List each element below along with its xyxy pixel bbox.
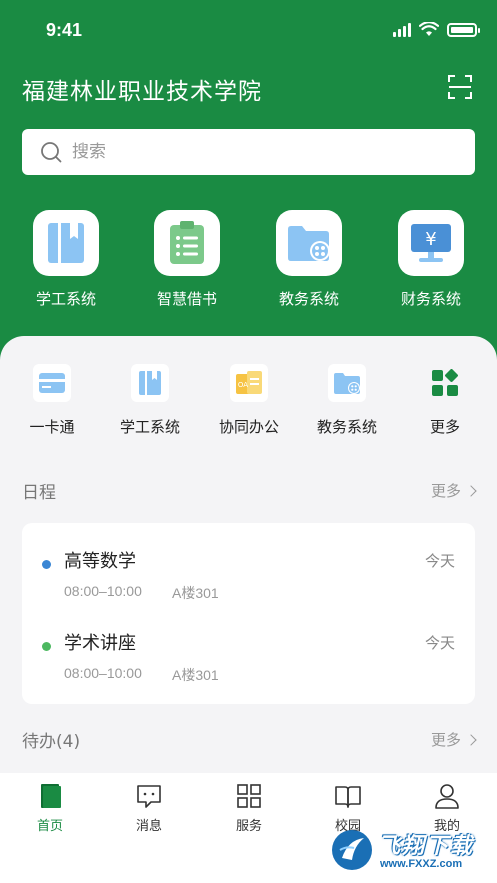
schedule-card: 高等数学 今天 08:00–10:00 A楼301 学术讲座 今天 08:00–… xyxy=(22,523,475,704)
search-input[interactable] xyxy=(72,142,432,162)
open-book-icon xyxy=(335,786,361,808)
top-app-jiaowu[interactable]: 教务系统 xyxy=(259,210,359,309)
chevron-right-icon xyxy=(465,484,477,497)
status-bar: 9:41 xyxy=(0,0,497,60)
quick-app-oa[interactable]: OA 协同办公 xyxy=(204,364,294,437)
search-bar[interactable] xyxy=(22,129,475,175)
todo-title: 待办(4) xyxy=(22,732,81,752)
grid-icon xyxy=(237,784,261,808)
folder-grid-icon xyxy=(288,226,330,261)
tab-services[interactable]: 服务 xyxy=(209,783,289,834)
event-room: A楼301 xyxy=(172,585,219,601)
todo-more-label: 更多 xyxy=(430,731,461,749)
quick-app-label: 学工系统 xyxy=(119,418,180,436)
quick-app-row: 一卡通 学工系统 OA 协同办公 教务系统 更多 xyxy=(0,364,497,444)
top-app-library[interactable]: 智慧借书 xyxy=(137,210,237,309)
event-day: 今天 xyxy=(424,552,455,570)
tab-label: 消息 xyxy=(135,819,162,834)
top-app-xuegong[interactable]: 学工系统 xyxy=(16,210,116,309)
schedule-event[interactable]: 学术讲座 今天 08:00–10:00 A楼301 xyxy=(22,629,475,699)
schedule-header: 日程 更多 xyxy=(22,478,477,503)
event-time: 08:00–10:00 xyxy=(64,665,142,681)
search-icon xyxy=(41,142,62,163)
clipboard-list-icon xyxy=(170,221,204,264)
quick-app-label: 一卡通 xyxy=(29,418,75,436)
scan-icon[interactable] xyxy=(447,74,473,100)
book-icon xyxy=(48,223,84,263)
top-app-label: 财务系统 xyxy=(400,290,461,308)
tab-label: 首页 xyxy=(36,819,63,834)
event-dot-icon xyxy=(42,560,51,569)
svg-text:¥: ¥ xyxy=(425,229,436,250)
watermark-logo-icon xyxy=(332,830,372,870)
quick-app-tile xyxy=(131,364,169,402)
battery-icon xyxy=(447,22,480,37)
tab-home[interactable]: 首页 xyxy=(10,783,90,834)
top-app-tile xyxy=(33,210,99,276)
watermark-url: www.FXXZ.com xyxy=(380,858,463,870)
event-dot-icon xyxy=(42,642,51,651)
folder-grid-icon xyxy=(334,373,360,394)
status-icons xyxy=(393,22,480,37)
quick-app-xuegong[interactable]: 学工系统 xyxy=(105,364,195,437)
quick-app-tile xyxy=(426,364,464,402)
event-room: A楼301 xyxy=(172,667,219,683)
app-title: 福建林业职业技术学院 xyxy=(22,79,262,105)
apps-grid-icon xyxy=(432,369,458,396)
schedule-title: 日程 xyxy=(22,483,56,503)
schedule-more-label: 更多 xyxy=(430,482,461,500)
top-app-tile: ¥ xyxy=(398,210,464,276)
top-app-label: 教务系统 xyxy=(278,290,339,308)
quick-app-tile xyxy=(328,364,366,402)
top-app-tile xyxy=(154,210,220,276)
top-app-caiwu[interactable]: ¥ 财务系统 xyxy=(381,210,481,309)
todo-more-link[interactable]: 更多 xyxy=(430,729,477,750)
tab-label: 服务 xyxy=(235,819,262,834)
event-title: 学术讲座 xyxy=(64,633,136,654)
schedule-more-link[interactable]: 更多 xyxy=(430,480,477,501)
person-icon xyxy=(435,784,459,809)
quick-app-label: 协同办公 xyxy=(218,418,279,436)
yuan-monitor-icon: ¥ xyxy=(411,224,451,262)
oa-doc-icon: OA xyxy=(236,371,262,394)
quick-app-jiaowu[interactable]: 教务系统 xyxy=(302,364,392,437)
book-icon xyxy=(139,371,161,395)
event-time: 08:00–10:00 xyxy=(64,583,142,599)
quick-app-label: 更多 xyxy=(429,418,460,436)
quick-app-tile xyxy=(33,364,71,402)
wifi-icon xyxy=(419,22,439,36)
chevron-right-icon xyxy=(465,733,477,746)
message-icon xyxy=(137,785,161,808)
tab-messages[interactable]: 消息 xyxy=(109,783,189,834)
todo-header: 待办(4) 更多 xyxy=(22,727,477,752)
status-time: 9:41 xyxy=(46,20,83,40)
quick-app-card[interactable]: 一卡通 xyxy=(7,364,97,437)
top-app-label: 学工系统 xyxy=(35,290,96,308)
watermark: 飞翔下载 www.FXXZ.com xyxy=(330,826,485,876)
card-icon xyxy=(39,373,65,393)
quick-app-more[interactable]: 更多 xyxy=(400,364,490,437)
svg-text:OA: OA xyxy=(238,381,248,389)
quick-app-label: 教务系统 xyxy=(316,418,377,436)
home-doc-icon xyxy=(41,784,61,808)
top-app-tile xyxy=(276,210,342,276)
top-app-grid: 学工系统 智慧借书 教务系统 ¥ 财务系统 xyxy=(0,210,497,310)
cellular-signal-icon xyxy=(393,22,411,37)
event-title: 高等数学 xyxy=(64,551,136,572)
quick-app-tile: OA xyxy=(230,364,268,402)
battery-level xyxy=(451,26,473,33)
watermark-text: 飞翔下载 xyxy=(378,834,475,859)
schedule-event[interactable]: 高等数学 今天 08:00–10:00 A楼301 xyxy=(22,547,475,617)
event-day: 今天 xyxy=(424,634,455,652)
top-app-label: 智慧借书 xyxy=(156,290,217,308)
